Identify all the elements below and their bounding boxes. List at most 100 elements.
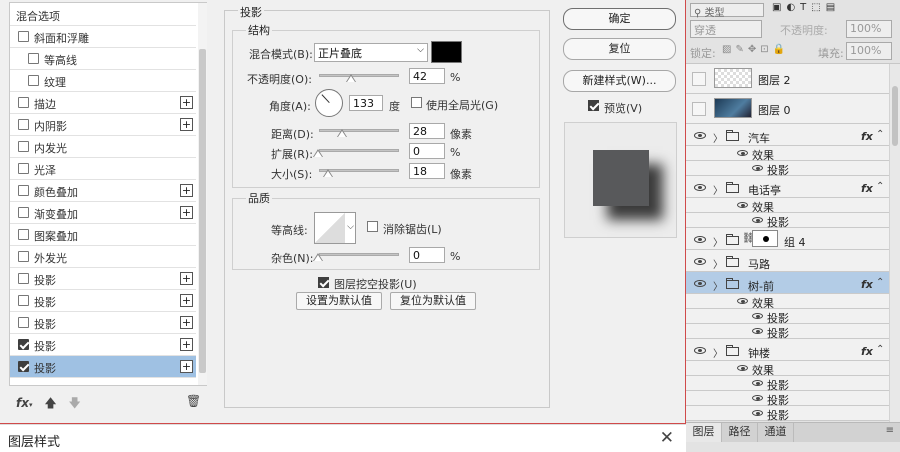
set-default-button[interactable]: 设置为默认值: [296, 292, 382, 310]
layer-row[interactable]: 投影: [686, 213, 889, 229]
layer-row[interactable]: 效果: [686, 294, 889, 310]
add-style-button[interactable]: +: [180, 118, 193, 131]
eye-icon[interactable]: [737, 202, 748, 208]
layer-row[interactable]: 投影: [686, 406, 889, 422]
layer-row[interactable]: 效果: [686, 146, 889, 162]
add-style-button[interactable]: +: [180, 338, 193, 351]
angle-dial[interactable]: [315, 89, 343, 117]
tab-2[interactable]: 通道: [758, 423, 794, 442]
style-item[interactable]: 混合选项: [10, 4, 196, 26]
ok-button[interactable]: 确定: [563, 8, 676, 30]
style-checkbox[interactable]: [18, 185, 29, 196]
preview-checkbox[interactable]: [588, 100, 599, 111]
distance-slider[interactable]: [319, 129, 399, 132]
layer-row[interactable]: 投影: [686, 324, 889, 340]
style-checkbox[interactable]: [18, 163, 29, 174]
style-item[interactable]: 纹理: [10, 70, 196, 92]
style-checkbox[interactable]: [18, 207, 29, 218]
size-slider-knob[interactable]: [323, 169, 333, 177]
eye-icon[interactable]: [737, 365, 748, 371]
layer-row[interactable]: 〉 汽车 fx ⌃: [686, 124, 889, 146]
eye-icon[interactable]: [752, 165, 763, 171]
noise-input[interactable]: 0: [409, 247, 445, 263]
style-checkbox[interactable]: [18, 295, 29, 306]
style-checkbox[interactable]: [18, 97, 29, 108]
expand-arrow-icon[interactable]: 〉: [713, 182, 723, 197]
layer-row[interactable]: 效果: [686, 361, 889, 377]
close-icon[interactable]: ✕: [660, 428, 674, 448]
eye-icon[interactable]: [694, 184, 706, 191]
chevron-up-icon[interactable]: ⌃: [876, 129, 884, 140]
add-style-button[interactable]: +: [180, 294, 193, 307]
layer-row[interactable]: 〉 电话亭 fx ⌃: [686, 176, 889, 198]
style-list-scrollbar[interactable]: [198, 3, 207, 385]
fx-badge[interactable]: fx: [861, 278, 873, 291]
layer-row[interactable]: 〉 树-前 fx ⌃: [686, 272, 889, 294]
opacity-slider-knob[interactable]: [346, 74, 356, 82]
kind-filter-select[interactable]: ⚲ 类型: [690, 3, 764, 19]
reset-default-button[interactable]: 复位为默认值: [390, 292, 476, 310]
layer-row[interactable]: 效果: [686, 198, 889, 214]
style-checkbox[interactable]: [18, 141, 29, 152]
noise-slider[interactable]: [319, 253, 399, 256]
style-checkbox[interactable]: [28, 53, 39, 64]
style-checkbox[interactable]: [18, 251, 29, 262]
style-checkbox[interactable]: [18, 317, 29, 328]
style-item[interactable]: 光泽: [10, 158, 196, 180]
layer-row[interactable]: 〉 马路: [686, 250, 889, 272]
spread-slider[interactable]: [319, 149, 399, 152]
layers-scrollbar[interactable]: [889, 64, 900, 422]
style-item[interactable]: 投影 +: [10, 334, 196, 356]
fx-badge[interactable]: fx: [861, 130, 873, 143]
eye-icon[interactable]: [752, 328, 763, 334]
eye-icon[interactable]: [694, 236, 706, 243]
chevron-up-icon[interactable]: ⌃: [876, 344, 884, 355]
visibility-toggle[interactable]: [692, 102, 706, 116]
layer-row[interactable]: 投影: [686, 309, 889, 325]
chevron-up-icon[interactable]: ⌃: [876, 277, 884, 288]
tab-1[interactable]: 路径: [722, 423, 758, 442]
expand-arrow-icon[interactable]: 〉: [713, 234, 723, 249]
add-style-button[interactable]: +: [180, 360, 193, 373]
style-item[interactable]: 投影 +: [10, 268, 196, 290]
layer-opacity-input[interactable]: 100%: [846, 20, 892, 38]
trash-icon[interactable]: 🗑: [186, 394, 201, 408]
layer-row[interactable]: 图层 2: [686, 64, 889, 94]
expand-arrow-icon[interactable]: 〉: [713, 130, 723, 145]
style-checkbox[interactable]: [18, 361, 29, 372]
tab-0[interactable]: 图层: [686, 423, 722, 442]
style-checkbox[interactable]: [18, 273, 29, 284]
style-item[interactable]: 图案叠加: [10, 224, 196, 246]
style-item[interactable]: 描边 +: [10, 92, 196, 114]
lock-icons[interactable]: ▨✎✥⊡🔒: [722, 44, 789, 55]
add-style-button[interactable]: +: [180, 206, 193, 219]
layer-row[interactable]: 〉 钟楼 fx ⌃: [686, 339, 889, 361]
layer-row[interactable]: 图层 0: [686, 94, 889, 124]
style-checkbox[interactable]: [18, 119, 29, 130]
shadow-color-swatch[interactable]: [431, 41, 462, 63]
style-item[interactable]: 颜色叠加 +: [10, 180, 196, 202]
layer-row[interactable]: 投影: [686, 376, 889, 392]
layer-row[interactable]: 〉 ⛓ 组 4: [686, 228, 889, 250]
style-checkbox[interactable]: [18, 31, 29, 42]
arrow-down-icon[interactable]: 🡇: [68, 396, 80, 410]
eye-icon[interactable]: [694, 347, 706, 354]
opacity-slider[interactable]: [319, 74, 399, 77]
style-item[interactable]: 投影 +: [10, 290, 196, 312]
expand-arrow-icon[interactable]: 〉: [713, 256, 723, 271]
distance-input[interactable]: 28: [409, 123, 445, 139]
add-style-button[interactable]: +: [180, 96, 193, 109]
size-input[interactable]: 18: [409, 163, 445, 179]
eye-icon[interactable]: [752, 313, 763, 319]
eye-icon[interactable]: [752, 395, 763, 401]
eye-icon[interactable]: [737, 298, 748, 304]
style-item[interactable]: 渐变叠加 +: [10, 202, 196, 224]
fx-badge[interactable]: fx: [861, 182, 873, 195]
layer-row[interactable]: 投影: [686, 391, 889, 407]
fx-badge[interactable]: fx: [861, 345, 873, 358]
blend-mode-select[interactable]: 正片叠底 ⌵: [314, 43, 428, 62]
eye-icon[interactable]: [694, 280, 706, 287]
style-item[interactable]: 外发光: [10, 246, 196, 268]
style-item[interactable]: 投影 +: [10, 356, 196, 378]
spread-input[interactable]: 0: [409, 143, 445, 159]
